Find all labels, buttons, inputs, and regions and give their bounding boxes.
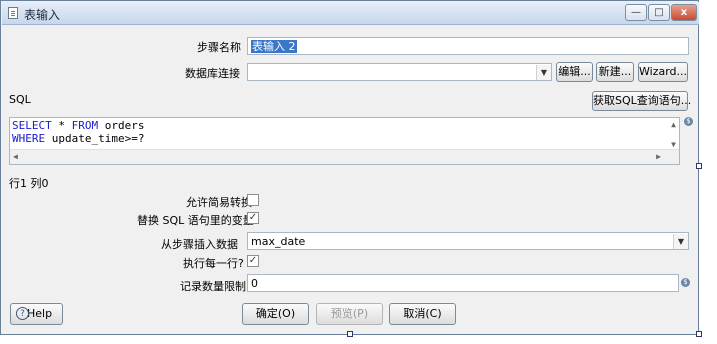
help-icon: ?	[16, 307, 29, 320]
insert-from-step-label: 从步骤插入数据	[161, 238, 238, 251]
step-name-label: 步骤名称	[197, 41, 241, 54]
step-name-value: 表输入 2	[251, 40, 297, 53]
db-connection-label: 数据库连接	[185, 67, 240, 80]
table-input-icon	[8, 7, 18, 19]
sql-label: SQL	[9, 93, 31, 106]
cursor-position: 行1 列0	[9, 177, 49, 190]
new-connection-button[interactable]: 新建...	[596, 62, 634, 82]
title-bar: 表输入 — □ x	[2, 2, 699, 25]
sql-keyword-where: WHERE	[12, 132, 46, 145]
help-button[interactable]: ? Help	[10, 303, 63, 325]
limit-size-label: 记录数量限制	[180, 280, 246, 293]
db-connection-select[interactable]: ▼	[247, 63, 552, 81]
resize-handle[interactable]	[696, 331, 702, 337]
scroll-left-icon[interactable]: ◀	[13, 152, 18, 161]
sql-keyword-select: SELECT	[12, 119, 52, 132]
preview-button[interactable]: 预览(P)	[316, 303, 383, 325]
horizontal-scrollbar[interactable]: ◀ ▶	[10, 149, 679, 164]
replace-variables-checkbox[interactable]: ✓	[247, 212, 259, 224]
variable-icon: $	[684, 117, 693, 126]
cancel-button[interactable]: 取消(C)	[389, 303, 456, 325]
insert-from-step-select[interactable]: max_date ▼	[247, 232, 689, 250]
help-label: Help	[27, 307, 53, 320]
lazy-conversion-label: 允许简易转换	[186, 196, 252, 209]
edit-connection-button[interactable]: 编辑...	[556, 62, 593, 82]
execute-each-row-checkbox[interactable]: ✓	[247, 255, 259, 267]
sql-token: *	[51, 119, 72, 132]
sql-line-1: SELECT * FROM orders	[12, 119, 144, 132]
resize-handle[interactable]	[696, 163, 702, 169]
maximize-button[interactable]: □	[648, 4, 670, 21]
wizard-button[interactable]: Wizard...	[638, 62, 688, 82]
get-sql-button[interactable]: 获取SQL查询语句...	[592, 91, 691, 111]
step-name-input[interactable]: 表输入 2	[247, 37, 689, 55]
lazy-conversion-checkbox[interactable]	[247, 194, 259, 206]
dialog-window: 表输入 — □ x 步骤名称 表输入 2 数据库连接 ▼ 编辑... 新建...…	[0, 0, 699, 335]
scroll-right-icon[interactable]: ▶	[656, 152, 661, 161]
ok-button[interactable]: 确定(O)	[242, 303, 309, 325]
replace-variables-label: 替换 SQL 语句里的变量	[137, 214, 254, 227]
scroll-up-icon[interactable]: ▲	[671, 120, 676, 129]
resize-handle[interactable]	[347, 331, 353, 337]
insert-from-step-value: max_date	[251, 235, 306, 248]
close-button[interactable]: x	[671, 4, 697, 21]
window-title: 表输入	[24, 8, 61, 22]
variable-icon: $	[681, 278, 690, 287]
sql-line-2: WHERE update_time>=?	[12, 132, 144, 145]
sql-token: orders	[98, 119, 145, 132]
sql-keyword-from: FROM	[71, 119, 99, 132]
sql-editor[interactable]: SELECT * FROM orders WHERE update_time>=…	[9, 117, 680, 165]
scroll-down-icon[interactable]: ▼	[671, 140, 676, 149]
minimize-button[interactable]: —	[625, 4, 647, 21]
limit-size-input[interactable]: 0	[247, 274, 679, 292]
execute-each-row-label: 执行每一行?	[183, 257, 244, 270]
chevron-down-icon[interactable]: ▼	[673, 234, 688, 249]
sql-token: update_time>=?	[45, 132, 145, 145]
chevron-down-icon[interactable]: ▼	[536, 65, 551, 80]
